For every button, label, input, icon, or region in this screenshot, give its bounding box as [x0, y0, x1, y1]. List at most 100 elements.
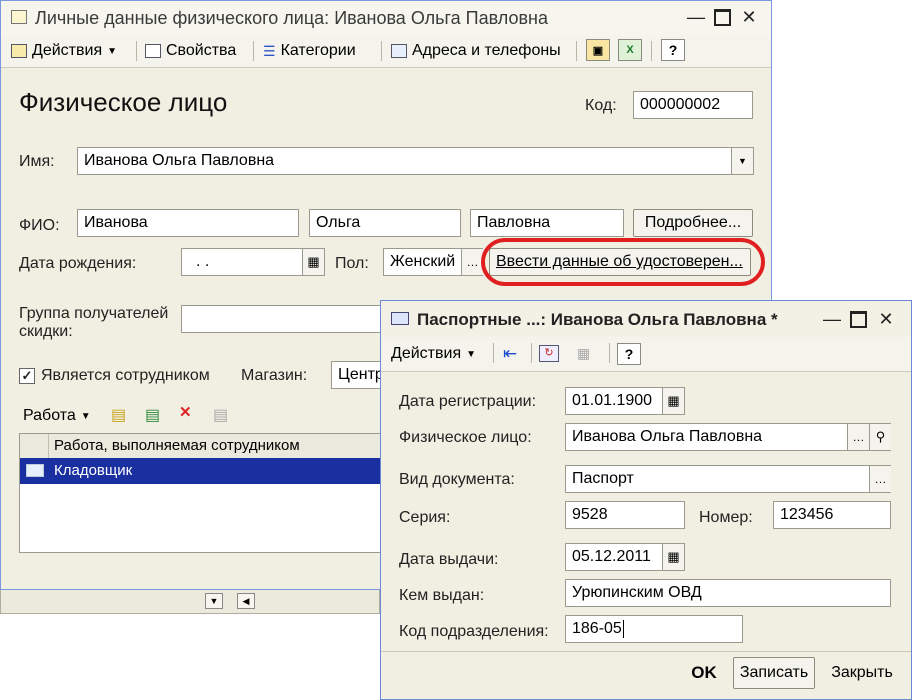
edit-row-icon[interactable]: ▤: [213, 405, 235, 425]
issued-by-field[interactable]: Урюпинским ОВД: [565, 579, 891, 607]
main-toolbar: Действия ▼ Свойства ☰ Категории Адреса и…: [1, 35, 771, 68]
discount-group-field[interactable]: [181, 305, 401, 333]
last-name-field[interactable]: Иванова: [77, 209, 299, 237]
series-field[interactable]: 9528: [565, 501, 685, 529]
close-icon[interactable]: ✕: [738, 7, 760, 27]
dept-code-field[interactable]: 186-05: [565, 615, 743, 643]
report-button[interactable]: ▣: [586, 39, 610, 61]
passport-window-title: Паспортные ...: Иванова Ольга Павловна *: [417, 310, 778, 329]
add-row-icon[interactable]: ▤: [111, 405, 133, 425]
number-field[interactable]: 123456: [773, 501, 891, 529]
first-name-field[interactable]: Ольга: [309, 209, 461, 237]
table-header-marker: [20, 434, 49, 458]
text-cursor: [622, 620, 624, 638]
calendar-icon: ▦: [667, 393, 680, 408]
details-button[interactable]: Подробнее...: [633, 209, 753, 237]
middle-name-field[interactable]: Павловна: [470, 209, 624, 237]
dept-code-label: Код подразделения:: [399, 623, 549, 640]
person-select-button[interactable]: …: [847, 424, 869, 450]
categories-button[interactable]: ☰ Категории: [263, 40, 356, 62]
toolbar-separator: [136, 41, 137, 61]
passport-actions-label: Действия: [391, 345, 462, 362]
series-label: Серия:: [399, 509, 451, 526]
toolbar-separator: [493, 343, 494, 363]
issue-date-calendar-button[interactable]: ▦: [662, 544, 684, 570]
birth-date-calendar-button[interactable]: ▦: [302, 249, 324, 275]
name-field[interactable]: Иванова Ольга Павловна: [77, 147, 754, 175]
actions-icon: [11, 44, 27, 58]
main-window-title: Личные данные физического лица: Иванова …: [35, 8, 549, 28]
birth-date-value: . .: [196, 253, 210, 270]
name-label: Имя:: [19, 153, 55, 170]
ok-button[interactable]: OK: [679, 657, 729, 689]
toolbar-separator: [253, 41, 254, 61]
row-item-icon: [26, 464, 44, 477]
sex-select-button[interactable]: …: [461, 249, 483, 275]
passport-window: Паспортные ...: Иванова Ольга Павловна *…: [380, 300, 912, 700]
number-label: Номер:: [699, 509, 753, 526]
doc-type-label: Вид документа:: [399, 471, 515, 488]
properties-button[interactable]: Свойства: [145, 40, 236, 62]
toolbar-separator: [576, 41, 577, 61]
doc-type-field[interactable]: Паспорт: [565, 465, 891, 493]
main-titlebar: Личные данные физического лица: Иванова …: [1, 1, 771, 36]
copy-row-icon[interactable]: ▤: [145, 405, 167, 425]
doc-type-select-button[interactable]: …: [869, 466, 891, 492]
close-button[interactable]: Закрыть: [821, 657, 903, 689]
person-field[interactable]: Иванова Ольга Павловна: [565, 423, 891, 451]
passport-toolbar: Действия ▼ ⇤ ↻ ▦ ?: [381, 337, 911, 372]
actions-menu-label: Действия: [32, 42, 103, 59]
addresses-icon: [391, 44, 407, 58]
excel-button[interactable]: X: [618, 39, 642, 61]
code-field[interactable]: 000000002: [633, 91, 753, 119]
reg-date-calendar-button[interactable]: ▦: [662, 388, 684, 414]
code-label: Код:: [585, 97, 617, 114]
name-value: Иванова Ольга Павловна: [84, 152, 275, 169]
actions-menu[interactable]: Действия ▼: [11, 40, 117, 62]
person-open-button[interactable]: ⚲: [869, 424, 891, 450]
work-menu[interactable]: Работа ▼: [23, 405, 91, 427]
close-icon[interactable]: ✕: [875, 309, 897, 329]
passport-actions-menu[interactable]: Действия ▼: [391, 343, 476, 365]
passport-window-icon: [391, 312, 409, 325]
report-icon: ▣: [592, 44, 604, 57]
toolbar-separator: [531, 343, 532, 363]
issued-by-label: Кем выдан:: [399, 587, 485, 604]
person-label: Физическое лицо:: [399, 429, 532, 446]
toolbar-separator: [381, 41, 382, 61]
minimize-icon[interactable]: —: [821, 309, 843, 329]
checkmark-icon: ✓: [21, 368, 33, 383]
addresses-button[interactable]: Адреса и телефоны: [391, 40, 561, 62]
doc-type-value: Паспорт: [572, 470, 634, 487]
chevron-down-icon: ▼: [466, 348, 477, 360]
maximize-icon[interactable]: [711, 7, 733, 27]
help-button[interactable]: ?: [661, 39, 685, 61]
excel-icon: X: [626, 44, 634, 56]
birth-date-label: Дата рождения:: [19, 255, 137, 272]
calendar-icon: ▦: [307, 254, 320, 269]
page-title: Физическое лицо: [19, 87, 228, 117]
maximize-icon[interactable]: [847, 309, 869, 329]
refresh-icon[interactable]: ↻: [539, 345, 559, 362]
name-dropdown-button[interactable]: ▼: [731, 148, 753, 174]
help-icon: ?: [624, 346, 634, 362]
post-arrow-icon[interactable]: ⇤: [503, 344, 517, 364]
minimize-icon[interactable]: —: [685, 7, 707, 27]
save-button[interactable]: Записать: [733, 657, 815, 689]
categories-icon: ☰: [263, 42, 276, 59]
search-icon: ⚲: [875, 429, 886, 444]
table-header: Работа, выполняемая сотрудником: [20, 434, 400, 459]
sex-value: Женский: [390, 253, 456, 270]
table-row[interactable]: Кладовщик: [20, 458, 400, 484]
scroll-down-button[interactable]: ▼: [205, 593, 223, 609]
delete-row-icon[interactable]: ✕: [179, 403, 201, 423]
employee-checkbox[interactable]: ✓: [19, 368, 35, 384]
calendar-icon: ▦: [667, 549, 680, 564]
scroll-left-button[interactable]: ◀: [237, 593, 255, 609]
passport-help-button[interactable]: ?: [617, 343, 641, 365]
structure-icon[interactable]: ▦: [577, 345, 599, 362]
reg-date-label: Дата регистрации:: [399, 393, 537, 410]
highlight-annotation: [481, 238, 765, 286]
chevron-down-icon: ▼: [107, 45, 118, 57]
ellipsis-icon: …: [874, 472, 887, 486]
